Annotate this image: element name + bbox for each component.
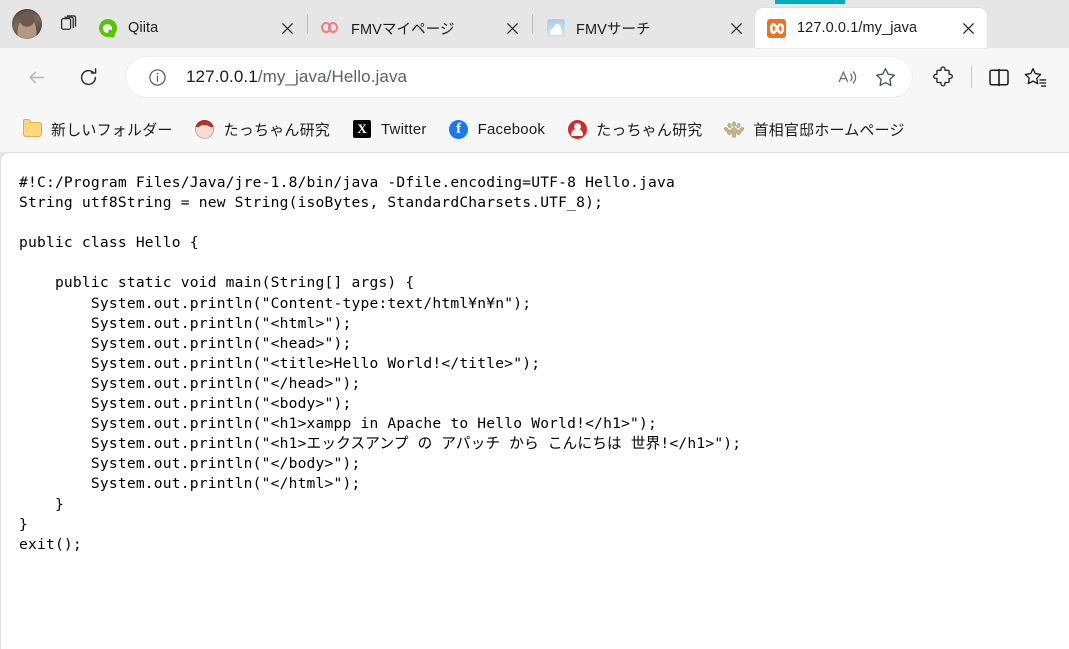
browser-window: Qiita FMVマイページ <box>0 0 1069 649</box>
back-icon[interactable] <box>18 59 54 95</box>
bookmark-label: 新しいフォルダー <box>51 119 173 140</box>
tab-title: 127.0.0.1/my_java <box>797 20 945 36</box>
bookmark-item-tatchan-kenkyu-2[interactable]: たっちゃん研究 <box>559 114 710 144</box>
avatar-icon <box>195 119 215 139</box>
tab-qiita[interactable]: Qiita <box>86 8 306 48</box>
tab-close-button[interactable] <box>723 15 749 41</box>
extensions-icon[interactable] <box>926 59 962 95</box>
collections-icon[interactable] <box>1017 59 1053 95</box>
qiita-icon <box>98 19 117 38</box>
tab-title: Qiita <box>128 20 264 36</box>
toolbar-separator <box>971 66 972 88</box>
bookmark-item-kantei[interactable]: 首相官邸ホームページ <box>716 114 912 144</box>
bookmark-label: Twitter <box>381 121 427 138</box>
tab-separator <box>307 14 308 34</box>
bookmark-item-twitter[interactable]: X Twitter <box>344 114 435 144</box>
gov-emblem-icon <box>724 119 744 139</box>
site-info-icon[interactable] <box>144 64 170 90</box>
read-aloud-icon[interactable] <box>830 60 864 94</box>
url-path: /my_java/Hello.java <box>258 67 407 86</box>
bookmark-item-tatchan-kenkyu-1[interactable]: たっちゃん研究 <box>187 114 338 144</box>
add-favorite-icon[interactable] <box>868 60 902 94</box>
facebook-icon: f <box>449 119 469 139</box>
tab-strip: Qiita FMVマイページ <box>0 0 1069 48</box>
tab-close-button[interactable] <box>274 15 300 41</box>
folder-icon <box>22 119 42 139</box>
fmv-mypage-icon <box>321 19 340 38</box>
bookmark-label: たっちゃん研究 <box>224 119 330 140</box>
tab-title: FMVサーチ <box>576 18 713 39</box>
tab-close-button[interactable] <box>955 15 981 41</box>
tab-list: Qiita FMVマイページ <box>86 0 1069 48</box>
bookmark-label: たっちゃん研究 <box>596 119 702 140</box>
tab-localhost-my-java[interactable]: 127.0.0.1/my_java <box>755 8 987 48</box>
reload-icon[interactable] <box>70 59 106 95</box>
profile-avatar[interactable] <box>12 9 42 39</box>
bookmark-item-facebook[interactable]: f Facebook <box>441 114 553 144</box>
address-bar[interactable]: 127.0.0.1/my_java/Hello.java <box>126 57 912 97</box>
url-host: 127.0.0.1 <box>186 67 258 86</box>
split-screen-icon[interactable] <box>981 59 1017 95</box>
tab-title: FMVマイページ <box>351 18 489 39</box>
window-accent-strip <box>775 0 845 4</box>
fmv-search-icon <box>546 19 565 38</box>
tab-separator <box>532 14 533 34</box>
bookmarks-bar: 新しいフォルダー たっちゃん研究 X Twitter f Facebook たっ… <box>0 106 1069 152</box>
tab-fmv-mypage[interactable]: FMVマイページ <box>309 8 531 48</box>
bookmark-label: Facebook <box>478 121 545 138</box>
red-circle-icon <box>567 119 587 139</box>
address-bar-url[interactable]: 127.0.0.1/my_java/Hello.java <box>186 67 830 87</box>
tab-close-button[interactable] <box>499 15 525 41</box>
page-content-area: #!C:/Program Files/Java/jre-1.8/bin/java… <box>0 152 1069 649</box>
tab-fmv-search[interactable]: FMVサーチ <box>534 8 755 48</box>
xampp-icon <box>767 19 786 38</box>
bookmark-label: 首相官邸ホームページ <box>753 119 904 140</box>
x-twitter-icon: X <box>352 119 372 139</box>
bookmark-item-new-folder[interactable]: 新しいフォルダー <box>14 114 181 144</box>
java-source-code: #!C:/Program Files/Java/jre-1.8/bin/java… <box>1 153 1069 555</box>
tab-actions-icon[interactable] <box>52 7 86 41</box>
navigation-toolbar: 127.0.0.1/my_java/Hello.java <box>0 48 1069 106</box>
